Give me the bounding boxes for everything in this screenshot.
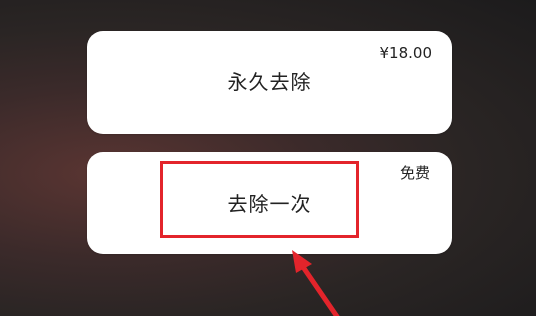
price-label: ¥18.00 [379,44,433,62]
option-label: 永久去除 [227,70,312,94]
price-label: 免费 [399,164,430,182]
highlight-box [160,161,359,238]
option-permanent-remove[interactable]: ¥18.00 永久去除 [87,31,452,134]
